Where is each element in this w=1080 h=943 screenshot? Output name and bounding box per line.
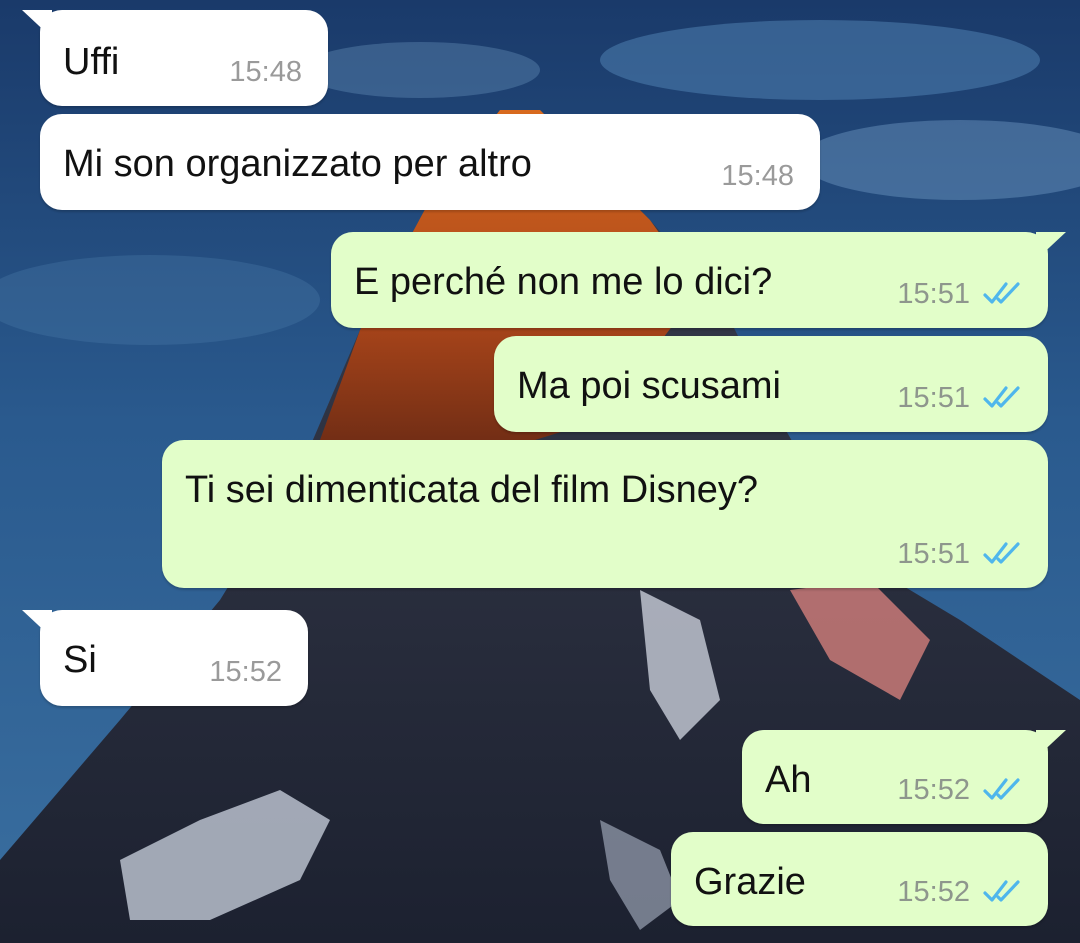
incoming-message[interactable]: Mi son organizzato per altro 15:48 xyxy=(40,114,820,210)
message-time: 15:51 xyxy=(897,278,970,310)
bubble-tail xyxy=(1036,730,1066,758)
incoming-message[interactable]: Uffi 15:48 xyxy=(22,10,328,106)
message-text: E perché non me lo dici? xyxy=(354,261,773,303)
message-text: Ti sei dimenticata del film Disney? xyxy=(185,469,759,511)
message-time: 15:52 xyxy=(209,656,282,688)
bubble-tail xyxy=(22,610,52,638)
message-text: Ah xyxy=(765,759,812,801)
message-text: Uffi xyxy=(63,41,120,83)
incoming-message[interactable]: Si 15:52 xyxy=(22,610,308,706)
double-check-icon xyxy=(983,542,1020,564)
double-check-icon xyxy=(983,386,1020,408)
message-text: Ma poi scusami xyxy=(517,365,781,407)
bubble-tail xyxy=(22,10,52,38)
message-meta: 15:51 xyxy=(897,382,1024,414)
message-meta: 15:48 xyxy=(721,160,794,192)
message-meta: 15:52 xyxy=(209,656,282,688)
message-time: 15:48 xyxy=(721,160,794,192)
message-time: 15:48 xyxy=(229,56,302,88)
message-meta: 15:52 xyxy=(897,774,1024,806)
message-meta: 15:51 xyxy=(897,278,1024,310)
double-check-icon xyxy=(983,778,1020,800)
message-meta: 15:51 xyxy=(897,538,1024,570)
message-time: 15:52 xyxy=(897,876,970,908)
bubble-tail xyxy=(1036,232,1066,260)
outgoing-message[interactable]: Ah 15:52 xyxy=(742,730,1066,824)
double-check-icon xyxy=(983,282,1020,304)
message-time: 15:51 xyxy=(897,538,970,570)
outgoing-message[interactable]: E perché non me lo dici? 15:51 xyxy=(331,232,1066,328)
message-meta: 15:48 xyxy=(229,56,302,88)
outgoing-message[interactable]: Grazie 15:52 xyxy=(671,832,1048,926)
message-text: Mi son organizzato per altro xyxy=(63,143,532,185)
outgoing-message[interactable]: Ti sei dimenticata del film Disney? 15:5… xyxy=(162,440,1048,588)
message-time: 15:51 xyxy=(897,382,970,414)
message-text: Grazie xyxy=(694,861,806,903)
outgoing-message[interactable]: Ma poi scusami 15:51 xyxy=(494,336,1048,432)
double-check-icon xyxy=(983,880,1020,902)
message-meta: 15:52 xyxy=(897,876,1024,908)
message-text: Si xyxy=(63,639,97,681)
message-time: 15:52 xyxy=(897,774,970,806)
